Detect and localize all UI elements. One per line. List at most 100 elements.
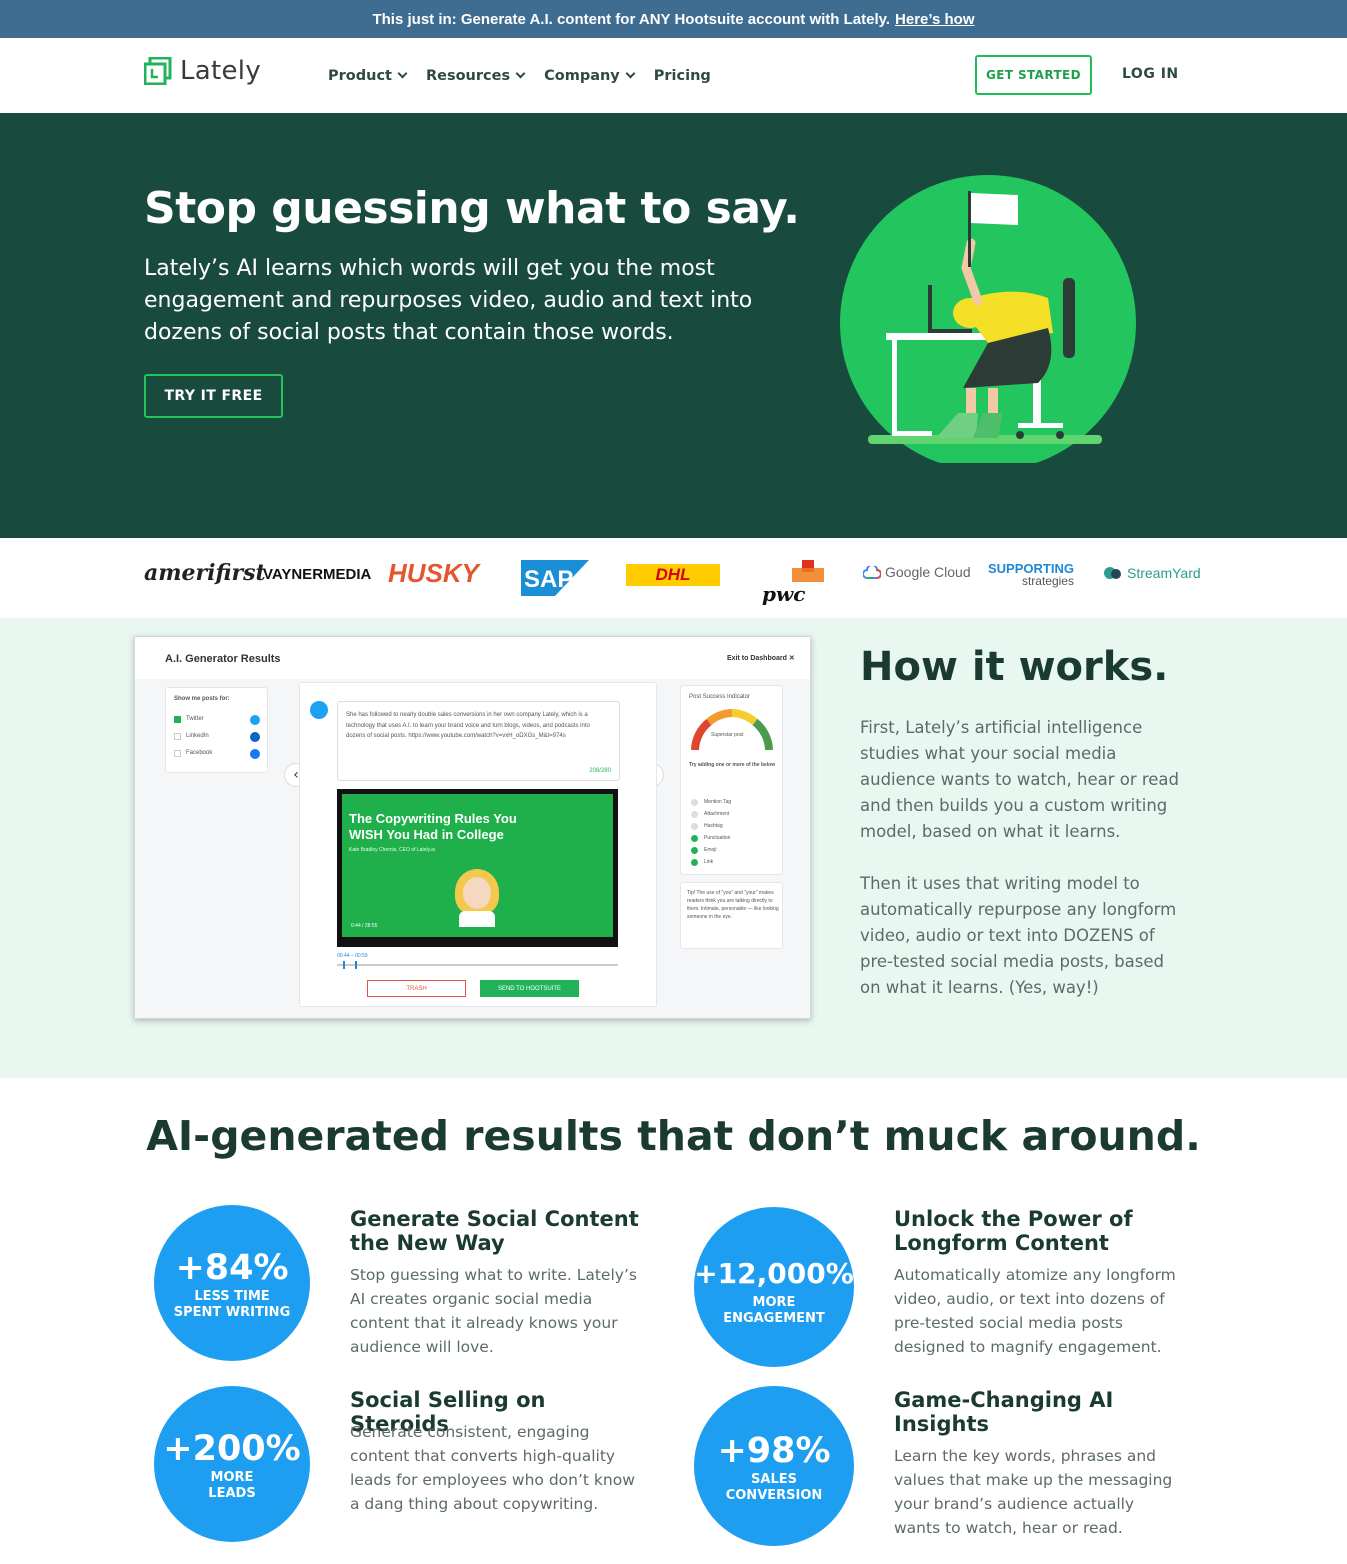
mock-send-button[interactable]: SEND TO HOOTSUITE: [480, 980, 579, 997]
chevron-down-icon: [625, 68, 636, 79]
check-icon: [691, 834, 698, 842]
brand-streamyard: StreamYard: [1103, 565, 1201, 581]
feature-title: Unlock the Power of Longform Content: [894, 1207, 1133, 1255]
mock-check-item: Mention Tag: [691, 796, 731, 808]
mock-try-adding: Try adding one or more of the below: [689, 762, 776, 768]
mock-indicator-title: Post Success Indicator: [689, 694, 751, 700]
menu-resources[interactable]: Resources: [426, 68, 526, 84]
stat-label-line-2: LEADS: [208, 1486, 256, 1501]
mock-filter-label: Show me posts for:: [174, 696, 230, 702]
stat-label-line-2: CONVERSION: [725, 1488, 823, 1503]
results-title: AI-generated results that don’t muck aro…: [146, 1112, 1201, 1160]
main-menu: Product Resources Company Pricing: [328, 38, 711, 113]
circle-icon: [691, 798, 698, 806]
checkbox-icon: [174, 750, 181, 757]
mock-video[interactable]: The Copywriting Rules You WISH You Had i…: [337, 789, 618, 947]
mock-channel-linkedin[interactable]: LinkedIn: [174, 732, 262, 742]
mock-clip-slider[interactable]: [337, 961, 618, 969]
mock-post-card: She has followed to nearly double sales …: [299, 682, 657, 1007]
menu-product[interactable]: Product: [328, 67, 408, 84]
streamyard-icon: [1104, 567, 1121, 579]
try-it-free-button[interactable]: TRY IT FREE: [144, 374, 283, 418]
stat-circle-leads: +200% MORE LEADS: [154, 1386, 310, 1542]
feature-description: Automatically atomize any longform video…: [894, 1266, 1176, 1356]
mock-exit-label: Exit to Dashboard: [727, 655, 787, 662]
logo[interactable]: Lately: [144, 56, 261, 86]
how-it-works-paragraph-2: Then it uses that writing model to autom…: [860, 874, 1177, 997]
twitter-icon: [250, 715, 260, 725]
mock-tip-card: Tip! The use of "you" and "your" makes r…: [680, 882, 783, 949]
menu-pricing[interactable]: Pricing: [654, 68, 711, 84]
mock-check-label: Mention Tag: [704, 799, 732, 805]
mock-channel-filter: Show me posts for: Twitter LinkedIn Face…: [165, 687, 268, 773]
brand-pwc: pwc: [762, 560, 826, 610]
feature-description: Learn the key words, phrases and values …: [894, 1447, 1173, 1537]
mock-check-item: Hashtag: [691, 820, 731, 832]
menu-product-label: Product: [328, 67, 392, 84]
mock-post-text-box[interactable]: She has followed to nearly double sales …: [337, 701, 620, 781]
login-link[interactable]: LOG IN: [1122, 66, 1179, 82]
stat-label-line-2: SPENT WRITING: [173, 1305, 291, 1320]
brand-supporting-strategies: SUPPORTING strategies: [988, 562, 1074, 588]
mock-channel-label: Facebook: [186, 750, 213, 756]
google-cloud-icon: [863, 565, 881, 579]
stat-label-line-1: MORE: [210, 1470, 254, 1485]
mock-channel-facebook[interactable]: Facebook: [174, 749, 262, 759]
brand-pwc-text: pwc: [762, 582, 806, 606]
linkedin-icon: [250, 732, 260, 742]
brand-dhl-text: DHL: [655, 565, 691, 584]
stat-circle-less-time: +84% LESS TIME SPENT WRITING: [154, 1205, 310, 1361]
mock-video-byline: Kate Bradley Chernis, CEO of Lately.ai: [349, 847, 436, 853]
mock-exit-link[interactable]: Exit to Dashboard ✕: [727, 654, 795, 662]
logo-text: Lately: [180, 56, 262, 86]
stat-value: +84%: [175, 1248, 289, 1288]
brand-husky: HUSKY: [388, 558, 480, 588]
facebook-icon: [250, 749, 260, 759]
feature-title: Game-Changing AI Insights: [894, 1388, 1114, 1436]
mock-check-item: Link: [691, 856, 731, 868]
mock-video-title: The Copywriting Rules You WISH You Had i…: [349, 811, 517, 842]
mock-gauge-label: Superstar post: [711, 732, 744, 738]
check-icon: [691, 858, 698, 866]
mock-title: A.I. Generator Results: [165, 653, 281, 665]
feature-description: Stop guessing what to write. Lately’s AI…: [350, 1266, 637, 1356]
mock-video-person: [453, 867, 501, 927]
mock-channel-label: Twitter: [186, 716, 204, 722]
twitter-icon: [310, 701, 328, 719]
get-started-button[interactable]: GET STARTED: [975, 55, 1092, 95]
mock-check-item: Punctuation: [691, 832, 731, 844]
hero-subtitle: Lately’s AI learns which words will get …: [144, 256, 753, 345]
brand-google-cloud-text: Google Cloud: [885, 564, 971, 580]
mock-channel-twitter[interactable]: Twitter: [174, 715, 262, 725]
mock-check-label: Attachment: [704, 811, 730, 817]
stat-value: +12,000%: [694, 1257, 854, 1290]
checkbox-icon: [174, 733, 181, 740]
mock-char-count: 208/280: [589, 768, 611, 774]
stat-label-line-1: MORE: [752, 1295, 796, 1310]
stat-label-line-1: LESS TIME: [194, 1289, 270, 1304]
mock-check-label: Punctuation: [704, 835, 731, 841]
hero-title: Stop guessing what to say.: [144, 183, 800, 234]
how-it-works-section: A.I. Generator Results Exit to Dashboard…: [0, 618, 1347, 1078]
mock-checklist: Mention Tag Attachment Hashtag Punctuati…: [691, 796, 731, 868]
announcement-link[interactable]: Here’s how: [895, 11, 974, 28]
brand-vaynermedia: VAYNERMEDIA: [263, 566, 372, 583]
mock-success-indicator: Post Success Indicator Superstar post Tr…: [680, 685, 783, 875]
menu-company[interactable]: Company: [544, 67, 636, 84]
brand-streamyard-text: StreamYard: [1127, 565, 1201, 581]
mock-post-text: She has followed to nearly double sales …: [346, 712, 590, 739]
mock-check-label: Hashtag: [704, 823, 723, 829]
mock-gauge: [691, 709, 773, 751]
hero-section: Stop guessing what to say. Lately’s AI l…: [0, 113, 1347, 538]
mock-check-label: Link: [704, 859, 714, 865]
stat-label-line-2: ENGAGEMENT: [723, 1311, 825, 1326]
mock-check-item: Emoji: [691, 844, 731, 856]
brand-dhl: DHL: [626, 564, 720, 586]
stat-circle-engagement: +12,000% MORE ENGAGEMENT: [694, 1207, 854, 1367]
stat-circle-sales: +98% SALES CONVERSION: [694, 1386, 854, 1546]
mock-trash-button[interactable]: TRASH: [367, 980, 466, 997]
how-it-works-paragraph-1: First, Lately’s artificial intelligence …: [860, 718, 1180, 841]
menu-company-label: Company: [544, 67, 620, 84]
mock-tip-text: Tip! The use of "you" and "your" makes r…: [687, 890, 779, 920]
brand-sap-text: SAP: [524, 566, 573, 593]
